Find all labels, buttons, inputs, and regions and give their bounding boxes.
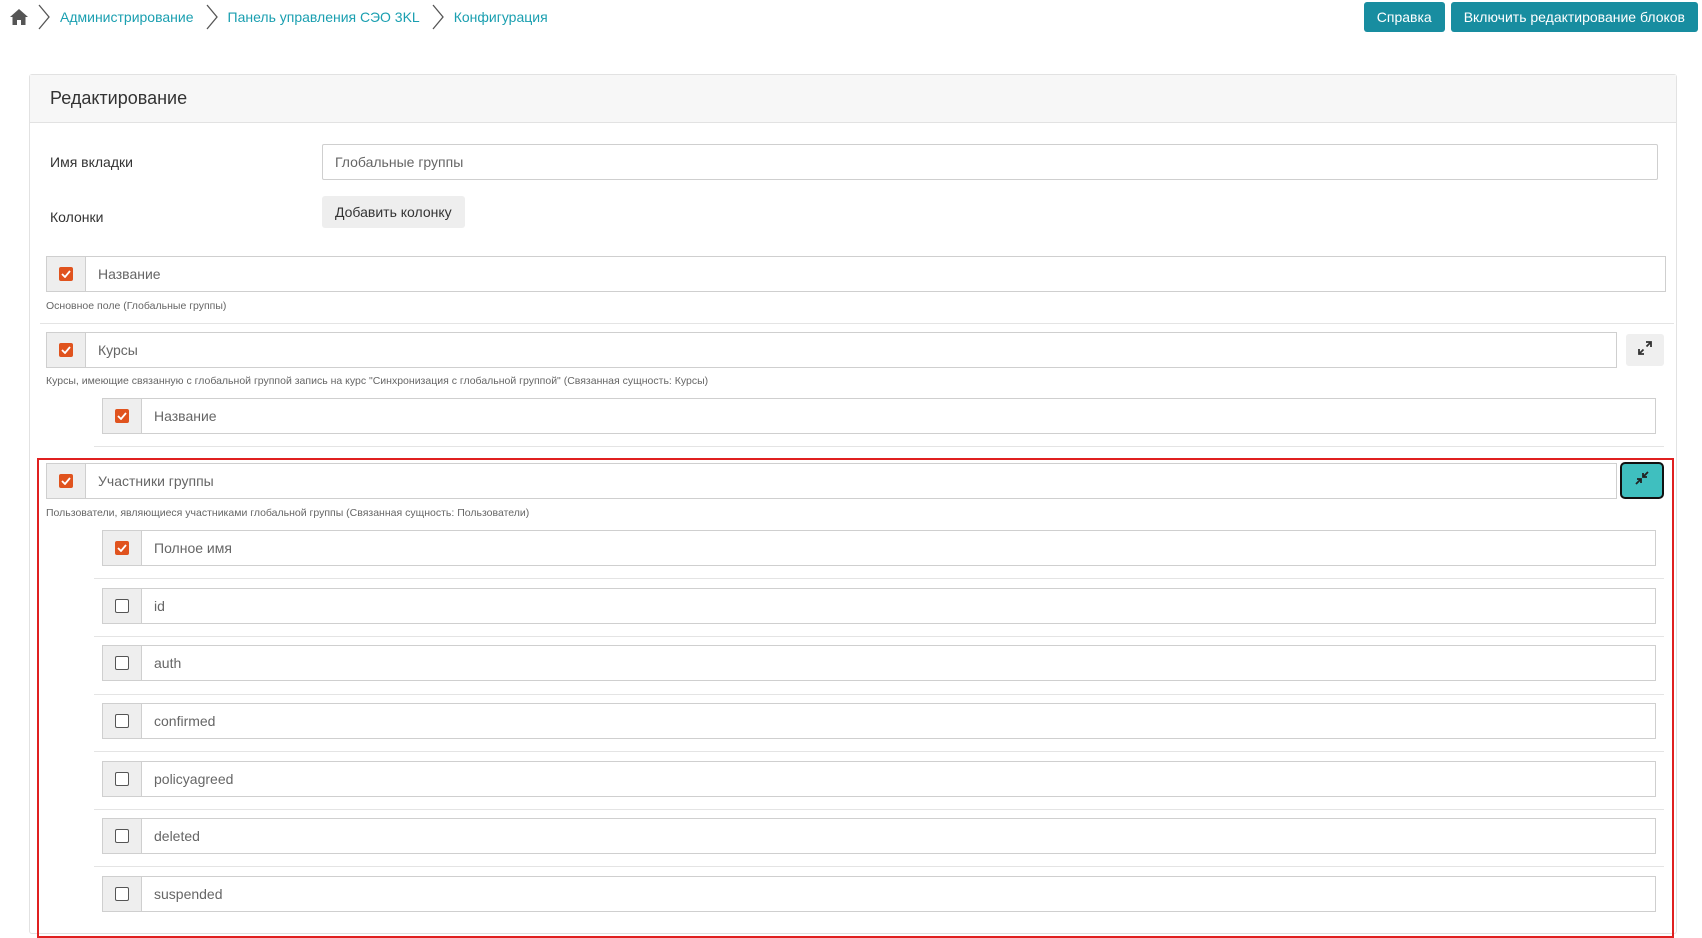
column-description: Пользователи, являющиеся участниками гло… xyxy=(46,507,530,519)
column-row-name: Название xyxy=(46,256,1666,292)
checkbox-unchecked-icon[interactable] xyxy=(115,714,129,728)
subcolumn-row-id: id xyxy=(102,588,1656,624)
checkbox-unchecked-icon[interactable] xyxy=(115,887,129,901)
breadcrumb: Администрирование Панель управления СЭО … xyxy=(8,4,558,30)
top-actions: Справка Включить редактирование блоков xyxy=(1363,2,1698,32)
column-courses-input[interactable]: Курсы xyxy=(85,332,1617,368)
column-description: Курсы, имеющие связанную с глобальной гр… xyxy=(46,375,709,387)
home-icon[interactable] xyxy=(8,6,30,28)
subcolumn-input[interactable]: suspended xyxy=(141,876,1656,912)
divider xyxy=(94,636,1664,637)
columns-row: Колонки Добавить колонку xyxy=(50,196,465,228)
column-checkbox-wrapper xyxy=(102,530,141,566)
checkbox-unchecked-icon[interactable] xyxy=(115,829,129,843)
tab-name-row: Имя вкладки xyxy=(50,144,1658,180)
divider xyxy=(40,323,1674,324)
column-description: Основное поле (Глобальные группы) xyxy=(46,300,227,312)
tab-name-label: Имя вкладки xyxy=(50,154,133,170)
chevron-right-icon xyxy=(204,4,220,30)
checkbox-checked-icon[interactable] xyxy=(59,343,73,357)
subcolumn-row-course-name: Название xyxy=(102,398,1656,434)
collapse-icon xyxy=(1635,471,1649,490)
card-title: Редактирование xyxy=(30,75,1676,123)
column-checkbox-wrapper xyxy=(102,398,141,434)
expand-button[interactable] xyxy=(1626,334,1664,366)
subcolumn-input[interactable]: Название xyxy=(141,398,1656,434)
column-checkbox-wrapper xyxy=(46,256,85,292)
column-row-members: Участники группы xyxy=(46,463,1617,499)
add-column-button[interactable]: Добавить колонку xyxy=(322,196,465,228)
subcolumn-row-auth: auth xyxy=(102,645,1656,681)
expand-icon xyxy=(1638,340,1652,360)
subcolumn-input[interactable]: Полное имя xyxy=(141,530,1656,566)
checkbox-unchecked-icon[interactable] xyxy=(115,656,129,670)
checkbox-checked-icon[interactable] xyxy=(59,267,73,281)
column-members-input[interactable]: Участники группы xyxy=(85,463,1617,499)
subcolumn-input[interactable]: confirmed xyxy=(141,703,1656,739)
divider xyxy=(94,446,1664,447)
column-name-input[interactable]: Название xyxy=(85,256,1666,292)
divider xyxy=(94,751,1664,752)
breadcrumb-link-configuration[interactable]: Конфигурация xyxy=(454,9,548,25)
divider xyxy=(94,694,1664,695)
top-bar: Администрирование Панель управления СЭО … xyxy=(0,0,1702,34)
tab-name-input[interactable] xyxy=(322,144,1658,180)
divider xyxy=(94,578,1664,579)
subcolumn-row-full-name: Полное имя xyxy=(102,530,1656,566)
column-checkbox-wrapper xyxy=(46,332,85,368)
edit-card: Редактирование Имя вкладки Колонки Добав… xyxy=(29,74,1677,934)
subcolumn-row-deleted: deleted xyxy=(102,818,1656,854)
help-button[interactable]: Справка xyxy=(1363,2,1445,32)
chevron-right-icon xyxy=(36,4,52,30)
subcolumn-input[interactable]: policyagreed xyxy=(141,761,1656,797)
checkbox-checked-icon[interactable] xyxy=(59,474,73,488)
column-checkbox-wrapper xyxy=(102,703,141,739)
breadcrumb-link-administration[interactable]: Администрирование xyxy=(60,9,194,25)
subcolumn-row-suspended: suspended xyxy=(102,876,1656,912)
checkbox-unchecked-icon[interactable] xyxy=(115,599,129,613)
column-checkbox-wrapper xyxy=(102,588,141,624)
column-row-courses: Курсы xyxy=(46,332,1617,368)
column-checkbox-wrapper xyxy=(102,761,141,797)
checkbox-checked-icon[interactable] xyxy=(115,409,129,423)
subcolumn-input[interactable]: deleted xyxy=(141,818,1656,854)
checkbox-checked-icon[interactable] xyxy=(115,541,129,555)
collapse-button[interactable] xyxy=(1620,462,1664,499)
subcolumn-input[interactable]: auth xyxy=(141,645,1656,681)
divider xyxy=(94,866,1664,867)
enable-block-editing-button[interactable]: Включить редактирование блоков xyxy=(1450,2,1698,32)
divider xyxy=(94,809,1664,810)
columns-label: Колонки xyxy=(50,209,104,225)
column-checkbox-wrapper xyxy=(102,645,141,681)
subcolumn-row-policyagreed: policyagreed xyxy=(102,761,1656,797)
subcolumn-row-confirmed: confirmed xyxy=(102,703,1656,739)
checkbox-unchecked-icon[interactable] xyxy=(115,772,129,786)
subcolumn-input[interactable]: id xyxy=(141,588,1656,624)
column-checkbox-wrapper xyxy=(102,818,141,854)
column-checkbox-wrapper xyxy=(46,463,85,499)
chevron-right-icon xyxy=(430,4,446,30)
column-checkbox-wrapper xyxy=(102,876,141,912)
breadcrumb-link-control-panel[interactable]: Панель управления СЭО 3KL xyxy=(228,9,420,25)
